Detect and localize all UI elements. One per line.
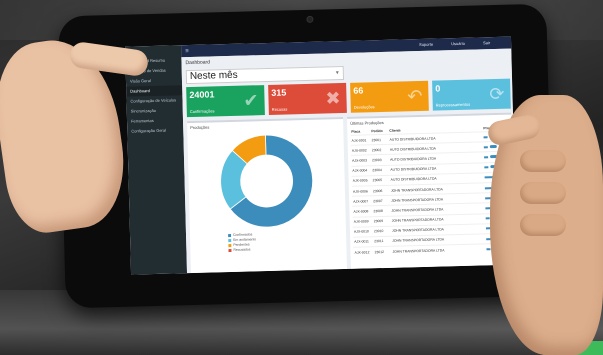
table-cell: 23004 — [371, 164, 390, 176]
panel-title: Últimas Produções — [350, 119, 384, 126]
table-cell: 23001 — [370, 134, 389, 145]
tile-confirmations[interactable]: 24001 Confirmações ✔ — [186, 85, 265, 118]
table-cell: 23007 — [372, 195, 391, 207]
right-finger — [520, 182, 566, 204]
close-icon: ✖ — [325, 88, 341, 109]
topbar-item[interactable]: Usuário — [451, 41, 465, 46]
table-cell: AJX-0002 — [350, 144, 372, 156]
tile-returns[interactable]: 66 Devoluções ↶ — [350, 80, 429, 113]
status-badge — [489, 144, 497, 148]
chevron-down-icon: ▼ — [334, 70, 340, 77]
table-cell: AJX-0010 — [352, 226, 374, 238]
camera-icon — [306, 15, 314, 23]
tile-label: Devoluções — [353, 104, 375, 110]
panel-title: Produções — [190, 124, 210, 131]
right-finger — [520, 150, 566, 172]
tile-value: 24001 — [189, 89, 215, 101]
progress-bar — [484, 156, 489, 159]
table-cell: 23003 — [371, 154, 390, 166]
topbar-item[interactable]: Sair — [483, 40, 490, 45]
table-cell: AJX-0008 — [352, 206, 373, 217]
refresh-icon: ⟳ — [489, 83, 505, 105]
tile-reprocessing[interactable]: 0 Reprocessamentos ⟳ — [432, 78, 511, 111]
table-cell: 23005 — [371, 175, 390, 186]
progress-bar — [486, 247, 491, 251]
progress-bar — [483, 146, 488, 149]
table-cell: AJX-0009 — [352, 216, 373, 227]
table-cell: 23009 — [372, 215, 391, 227]
chart-legend: Confirmados Em andamento Pendentes Recus… — [228, 231, 308, 253]
table-cell: AJX-0004 — [351, 165, 372, 177]
productions-panel: Produções Confirmados Em andamento Pende… — [187, 117, 347, 274]
topbar-item[interactable]: Suporte — [419, 42, 433, 47]
page-title: Dashboard — [185, 59, 211, 67]
progress-bar — [484, 166, 489, 169]
table-cell: 23011 — [373, 236, 392, 247]
period-select[interactable]: Neste mês ▼ — [185, 65, 345, 85]
right-finger — [520, 214, 566, 236]
tile-value: 66 — [353, 85, 364, 96]
table-cell: 23010 — [372, 225, 392, 237]
table-cell: AJX-0005 — [351, 175, 372, 187]
tile-label: Recusas — [271, 106, 288, 112]
table-cell: AJX-0007 — [352, 195, 373, 207]
tile-label: Reprocessamentos — [435, 101, 471, 108]
productions-table: Placa Pedido Cliente Progresso AJX-00012… — [350, 125, 512, 258]
donut-chart — [220, 134, 314, 228]
table-cell: 23002 — [370, 144, 389, 156]
sidebar-item[interactable]: Configuração Geral — [127, 125, 183, 136]
period-value: Neste mês — [189, 69, 238, 83]
progress-bar — [483, 135, 488, 139]
reply-icon: ↶ — [407, 85, 423, 107]
menu-icon[interactable]: ☰ — [185, 48, 189, 53]
sidebar: Dashboard Resumo Relatório de Vendas Vis… — [125, 45, 188, 275]
table-cell: AJX-0003 — [351, 155, 372, 166]
tile-value: 0 — [435, 83, 441, 94]
tablet-screen: Dashboard Resumo Relatório de Vendas Vis… — [125, 36, 517, 275]
tile-refusals[interactable]: 315 Recusas ✖ — [268, 82, 347, 115]
table-cell: 23012 — [373, 246, 392, 257]
table-cell: AJX-0006 — [351, 185, 373, 197]
tile-label: Confirmações — [189, 108, 215, 115]
table-cell: 23006 — [371, 185, 391, 196]
main-content: Dashboard Neste mês ▼ 24001 Confirmações… — [181, 48, 517, 274]
table-cell: AJX-0001 — [350, 134, 371, 146]
legend-item: Recusados — [228, 246, 308, 253]
table-cell: AJX-0011 — [353, 236, 374, 248]
table-cell: AJX-0012 — [353, 246, 374, 258]
table-cell: JOHN TRANSPORTADORA LTDA — [391, 243, 486, 257]
tile-value: 315 — [271, 87, 287, 98]
check-icon: ✔ — [243, 90, 259, 111]
table-cell: 23008 — [372, 205, 391, 217]
